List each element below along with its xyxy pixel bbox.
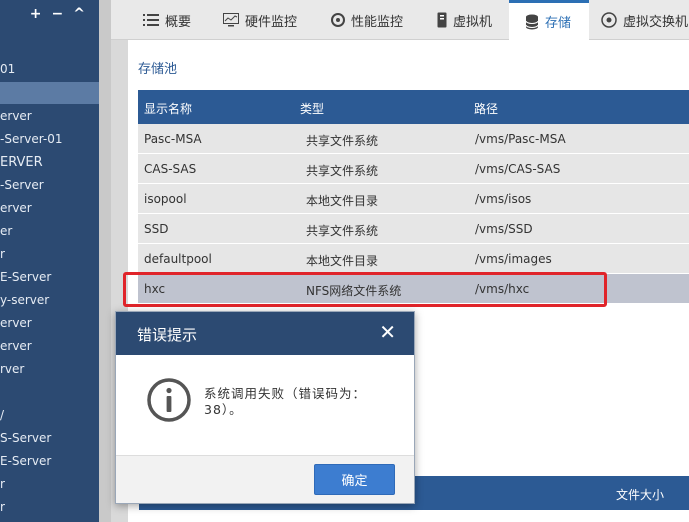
table-row[interactable]: CAS-SAS 共享文件系统 /vms/CAS-SAS xyxy=(138,154,689,184)
sidebar-item[interactable]: -Server xyxy=(0,178,44,192)
tab-virtual-machines[interactable]: 虚拟机 xyxy=(437,0,492,40)
tab-bar: 概要 硬件监控 性能监控 虚拟机 存储 虚拟交换机 xyxy=(111,0,689,40)
sidebar-selected-item[interactable] xyxy=(0,82,99,104)
sidebar-item[interactable]: erver xyxy=(0,339,32,353)
tab-label: 性能监控 xyxy=(351,14,404,30)
sidebar-item[interactable]: r xyxy=(0,247,5,261)
cell-type: 共享文件系统 xyxy=(306,164,379,178)
column-header-type[interactable]: 类型 xyxy=(300,100,324,117)
dialog-message: 系统调用失败（错误码为：38）。 xyxy=(204,386,367,417)
monitor-chart-icon xyxy=(223,13,239,27)
sidebar-item[interactable]: erver xyxy=(0,109,32,123)
table-header: 显示名称 类型 路径 xyxy=(138,90,689,124)
tab-label: 虚拟机 xyxy=(453,14,493,30)
table-row[interactable]: SSD 共享文件系统 /vms/SSD xyxy=(138,214,689,244)
gauge-icon xyxy=(331,13,345,27)
cell-path: /vms/images xyxy=(475,252,552,266)
sidebar-tree: + − ^ 01 erver -Server-01 ERVER -Server … xyxy=(0,0,99,522)
table-row[interactable]: defaultpool 本地文件目录 /vms/images xyxy=(138,244,689,274)
cell-name: defaultpool xyxy=(144,252,212,266)
sidebar-item[interactable]: E-Server xyxy=(0,454,51,468)
dialog-body: 系统调用失败（错误码为：38）。 xyxy=(116,355,414,455)
collapse-button[interactable]: ^ xyxy=(73,6,85,22)
sidebar-scrollbar[interactable] xyxy=(99,0,111,522)
sidebar-item[interactable]: erver xyxy=(0,201,32,215)
cell-path: /vms/CAS-SAS xyxy=(475,162,561,176)
sidebar-item[interactable]: -Server-01 xyxy=(0,132,63,146)
close-icon[interactable]: ✕ xyxy=(379,322,396,342)
highlight-box xyxy=(123,272,607,307)
column-header-path[interactable]: 路径 xyxy=(474,100,498,117)
section-title: 存储池 xyxy=(138,62,178,77)
tab-label: 虚拟交换机 xyxy=(623,14,689,30)
cell-path: /vms/Pasc-MSA xyxy=(475,132,566,146)
cell-path: /vms/isos xyxy=(475,192,532,206)
sidebar-item[interactable]: / xyxy=(0,408,4,422)
tab-performance-monitor[interactable]: 性能监控 xyxy=(331,0,403,40)
sidebar-item[interactable]: r xyxy=(0,477,5,491)
cell-type: 本地文件目录 xyxy=(306,194,379,208)
sidebar-item[interactable]: 01 xyxy=(0,62,15,76)
dialog-header: 错误提示 ✕ xyxy=(116,312,414,355)
tab-label: 概要 xyxy=(165,14,192,30)
table-row[interactable]: Pasc-MSA 共享文件系统 /vms/Pasc-MSA xyxy=(138,124,689,154)
dialog-footer: 确定 xyxy=(116,455,414,503)
cell-path: /vms/SSD xyxy=(475,222,533,236)
cell-name: isopool xyxy=(144,192,187,206)
ok-button[interactable]: 确定 xyxy=(314,464,395,495)
sidebar-item[interactable]: erver xyxy=(0,316,32,330)
sidebar-item[interactable]: y-server xyxy=(0,293,49,307)
error-dialog: 错误提示 ✕ 系统调用失败（错误码为：38）。 确定 xyxy=(115,311,415,504)
cell-type: 共享文件系统 xyxy=(306,134,379,148)
sidebar-item[interactable]: er xyxy=(0,224,12,238)
tab-overview[interactable]: 概要 xyxy=(143,0,191,40)
add-button[interactable]: + xyxy=(30,6,42,22)
tab-virtual-switch[interactable]: 虚拟交换机 xyxy=(601,0,688,40)
tab-storage[interactable]: 存储 xyxy=(509,0,589,40)
cell-type: 共享文件系统 xyxy=(306,224,379,238)
sidebar-item[interactable]: r xyxy=(0,500,5,514)
database-icon xyxy=(525,14,539,29)
sidebar-item[interactable]: E-Server xyxy=(0,270,51,284)
table-row[interactable]: isopool 本地文件目录 /vms/isos xyxy=(138,184,689,214)
dialog-title: 错误提示 xyxy=(137,326,198,344)
sidebar-item[interactable]: rver xyxy=(0,362,24,376)
cell-name: Pasc-MSA xyxy=(144,132,202,146)
info-icon xyxy=(147,378,191,422)
cell-type: 本地文件目录 xyxy=(306,254,379,268)
sidebar-toolbar: + − ^ xyxy=(30,6,85,22)
remove-button[interactable]: − xyxy=(52,6,64,22)
column-header-name[interactable]: 显示名称 xyxy=(144,100,192,117)
tab-label: 硬件监控 xyxy=(245,14,298,30)
column-header-file-size[interactable]: 文件大小 xyxy=(616,486,664,503)
list-icon xyxy=(143,14,159,26)
sidebar-item[interactable]: ERVER xyxy=(0,155,43,170)
tab-label: 存储 xyxy=(545,16,572,31)
switch-icon xyxy=(601,12,617,28)
cell-name: SSD xyxy=(144,222,169,236)
tab-hardware-monitor[interactable]: 硬件监控 xyxy=(223,0,297,40)
cell-name: CAS-SAS xyxy=(144,162,197,176)
sidebar-item[interactable]: S-Server xyxy=(0,431,51,445)
vm-icon xyxy=(437,12,447,28)
